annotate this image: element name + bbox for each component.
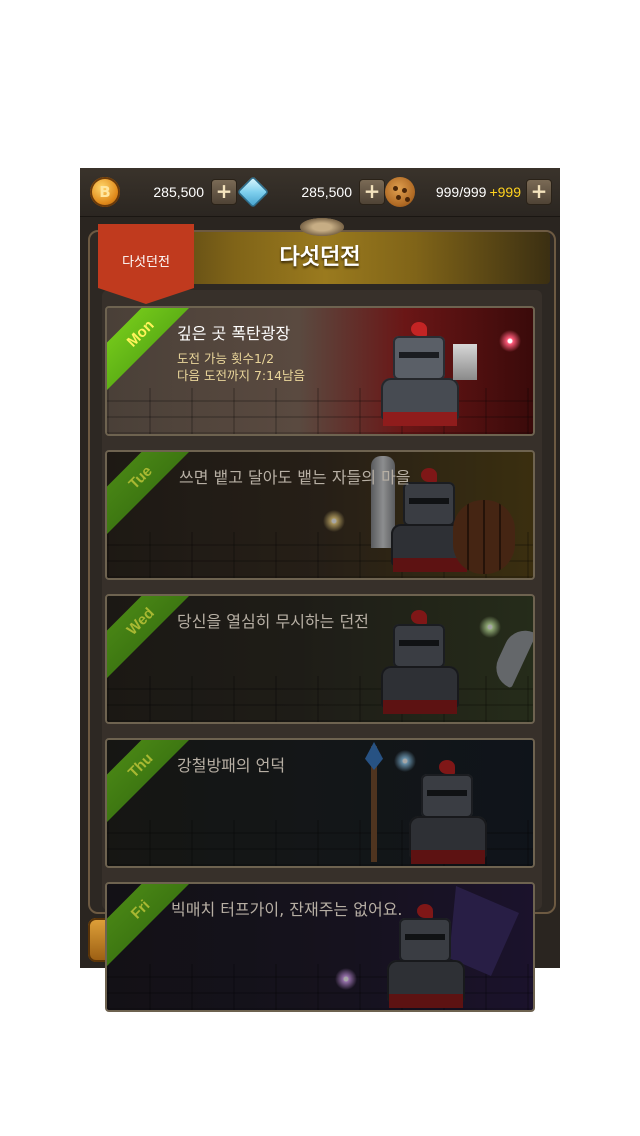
next-attempt-timer: 다음 도전까지 7:14남음 <box>177 368 306 383</box>
dungeon-name: 깊은 곳 폭탄광장 <box>177 324 291 343</box>
add-gold-button[interactable]: + <box>211 179 237 205</box>
dungeon-card-mon[interactable]: Mon 깊은 곳 폭탄광장 도전 가능 횟수1/2 다음 도전까지 7:14남음 <box>105 306 535 436</box>
dungeon-name: 당신을 열심히 무시하는 던전 <box>177 612 369 631</box>
cookie-icon <box>385 177 415 207</box>
sparkle-icon <box>499 330 521 352</box>
cookie-amount: 999/999 +999 <box>421 180 521 204</box>
cookie-count: 999/999 <box>435 184 487 200</box>
header-ornament-icon <box>300 218 344 236</box>
dungeon-card-fri[interactable]: Fri 빅매치 터프가이, 잔재주는 없어요. <box>105 882 535 1012</box>
gem-icon <box>237 176 269 208</box>
gold-coin-icon <box>90 177 120 207</box>
gold-amount: 285,500 <box>153 184 204 200</box>
add-cookie-button[interactable]: + <box>526 179 552 205</box>
gem-counter: 285,500 + <box>237 176 385 208</box>
currency-bar: 285,500 + 285,500 + 999/999+999 + <box>80 168 560 217</box>
arrow-quiver-icon <box>453 344 477 380</box>
dungeon-name: 빅매치 터프가이, 잔재주는 없어요. <box>171 900 403 919</box>
dungeon-card-tue[interactable]: Tue 쓰면 뱉고 달아도 뱉는 자들의 마을 <box>105 450 535 580</box>
gold-counter: 285,500 + <box>90 177 237 207</box>
gem-amount: 285,500 <box>301 184 352 200</box>
cookie-bonus: +999 <box>489 184 521 200</box>
dungeon-card-thu[interactable]: Thu 강철방패의 언덕 <box>105 738 535 868</box>
attempts-remaining: 도전 가능 횟수1/2 <box>177 351 275 366</box>
category-ribbon-label: 다섯던전 <box>122 255 170 270</box>
locked-overlay <box>107 740 533 866</box>
dungeon-name: 강철방패의 언덕 <box>177 756 286 775</box>
add-gem-button[interactable]: + <box>359 179 385 205</box>
cookie-counter: 999/999 +999 + <box>385 177 555 207</box>
dungeon-card-wed[interactable]: Wed 당신을 열심히 무시하는 던전 <box>105 594 535 724</box>
dungeon-name: 쓰면 뱉고 달아도 뱉는 자들의 마을 <box>179 468 411 487</box>
page-title: 다섯던전 <box>279 245 361 270</box>
